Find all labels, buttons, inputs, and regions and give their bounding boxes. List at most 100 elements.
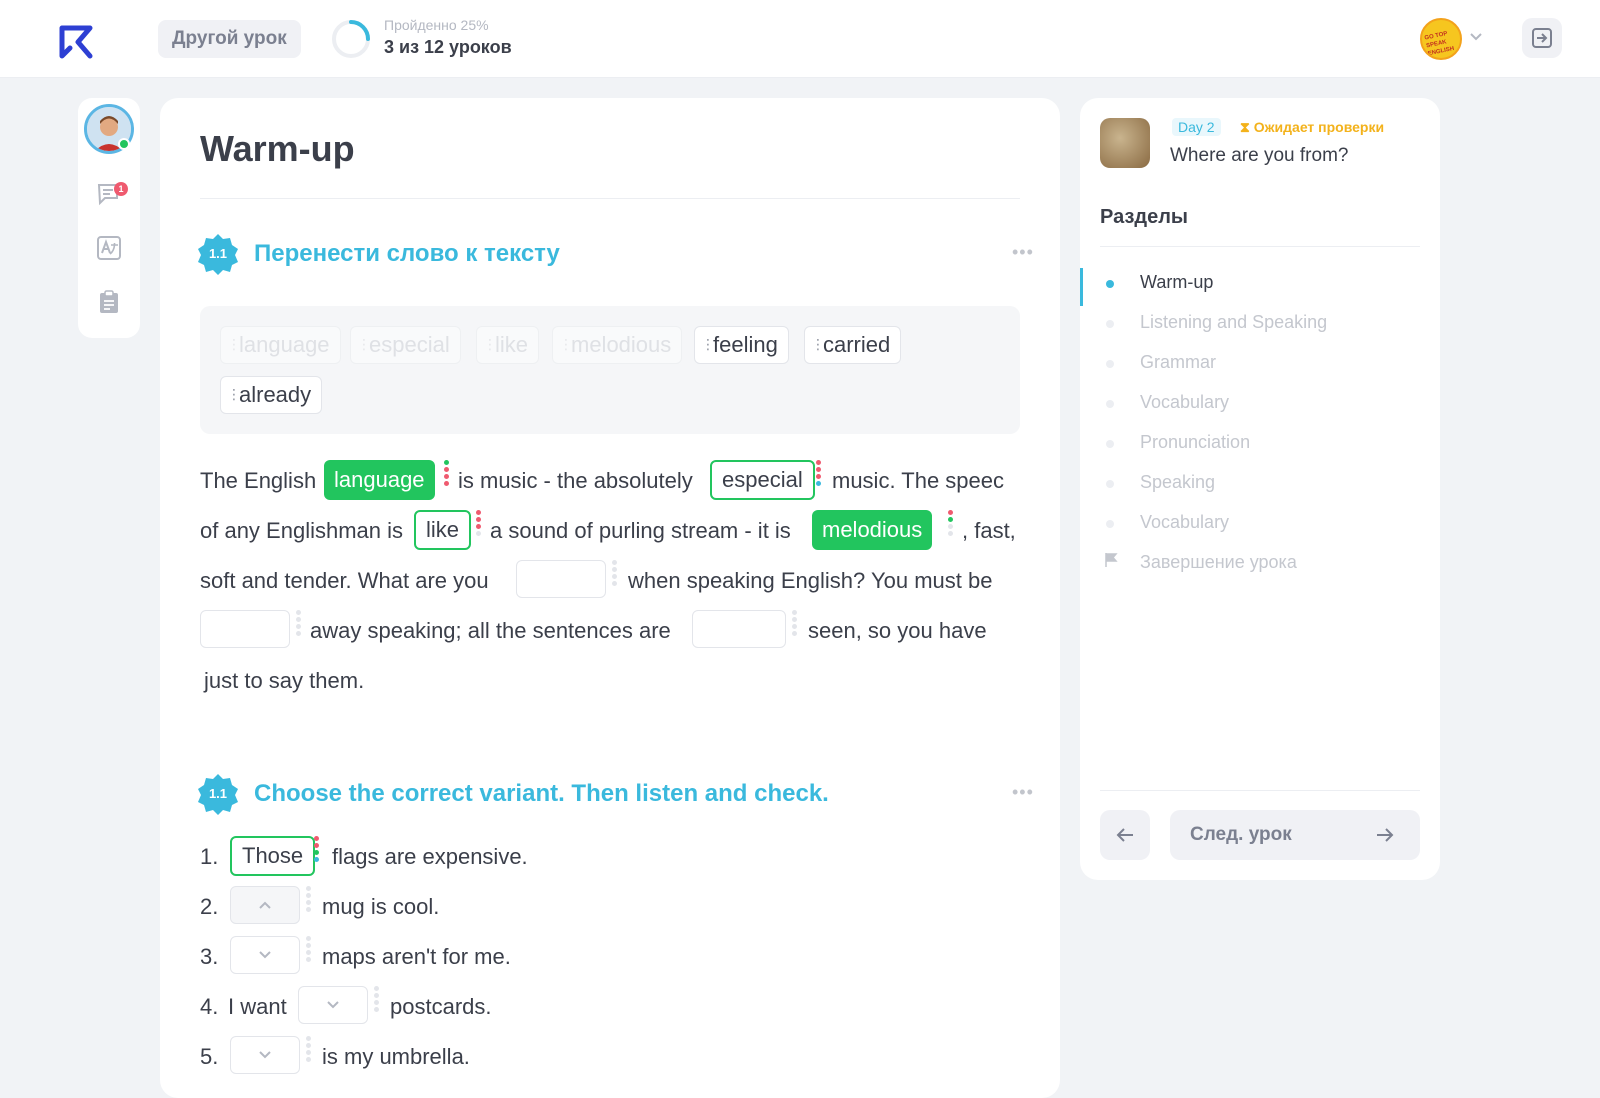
- word-chip[interactable]: ⋮ like: [476, 326, 540, 364]
- empty-blank[interactable]: [200, 610, 290, 648]
- text-segment: postcards.: [390, 994, 492, 1019]
- drag-handle-icon: ⋮: [701, 336, 715, 352]
- left-rail: 1: [78, 98, 140, 338]
- drag-handle-icon[interactable]: [306, 1036, 312, 1064]
- drag-handle-icon[interactable]: [816, 460, 822, 488]
- next-lesson-label: След. урок: [1190, 824, 1292, 845]
- section-item-speaking[interactable]: Speaking: [1140, 472, 1215, 493]
- word-chip-label: especial: [369, 332, 450, 357]
- title-divider: [200, 198, 1020, 199]
- account-avatar[interactable]: GO TOP SPEAK ENGLISH: [1420, 18, 1462, 60]
- page-title: Warm-up: [200, 128, 355, 169]
- task-title: Choose the correct variant. Then listen …: [254, 780, 829, 807]
- filled-blank[interactable]: like: [414, 510, 472, 550]
- section-item-pronunciation[interactable]: Pronunciation: [1140, 432, 1250, 453]
- status-badge: ⧗ Ожидает проверки: [1240, 119, 1384, 136]
- section-bullet: [1106, 440, 1114, 448]
- word-chip-label: carried: [823, 332, 891, 357]
- text-segment: seen, so you have: [808, 618, 987, 643]
- lesson-thumbnail: [1100, 118, 1150, 168]
- text-segment: of any Englishman is: [200, 518, 403, 543]
- exit-button[interactable]: [1522, 18, 1562, 58]
- empty-blank[interactable]: [516, 560, 606, 598]
- drag-handle-icon[interactable]: [306, 886, 312, 914]
- word-chip-label: already: [239, 382, 312, 407]
- app-logo[interactable]: [56, 22, 96, 62]
- chevron-down-icon: [327, 1001, 339, 1009]
- text-segment: flags are expensive.: [332, 844, 528, 869]
- drag-handle-icon[interactable]: [306, 936, 312, 964]
- filled-blank-correct[interactable]: melodious: [812, 510, 933, 550]
- variant-select[interactable]: [230, 936, 300, 974]
- text-segment: mug is cool.: [322, 894, 440, 919]
- lesson-sidebar: Day 2 ⧗ Ожидает проверки Where are you f…: [1080, 98, 1440, 880]
- clipboard-icon[interactable]: [95, 288, 123, 316]
- drag-handle-icon: ⋮: [483, 336, 497, 352]
- section-item-grammar[interactable]: Grammar: [1140, 352, 1216, 373]
- filled-blank[interactable]: especial: [710, 460, 815, 500]
- drag-handle-icon[interactable]: [296, 610, 302, 638]
- task-title: Перенести слово к тексту: [254, 240, 560, 267]
- more-options-icon[interactable]: •••: [1012, 782, 1034, 803]
- drag-handle-icon[interactable]: [314, 836, 320, 864]
- arrow-right-icon: [1377, 828, 1394, 842]
- item-number: 3.: [200, 944, 219, 969]
- sections-divider: [1100, 246, 1420, 247]
- word-chip-label: like: [495, 332, 529, 357]
- section-item-vocabulary[interactable]: Vocabulary: [1140, 392, 1229, 413]
- other-lesson-button[interactable]: Другой урок: [158, 20, 301, 58]
- section-item-listening[interactable]: Listening and Speaking: [1140, 312, 1327, 333]
- word-chip[interactable]: ⋮ feeling: [694, 326, 789, 364]
- text-segment: The English: [200, 468, 317, 493]
- drag-handle-icon[interactable]: [444, 460, 450, 488]
- word-chip[interactable]: ⋮ melodious: [552, 326, 683, 364]
- section-item-vocabulary-2[interactable]: Vocabulary: [1140, 512, 1229, 533]
- next-lesson-button[interactable]: След. урок: [1170, 810, 1420, 860]
- drag-handle-icon: ⋮: [357, 336, 371, 352]
- word-chip-label: melodious: [571, 332, 672, 357]
- text-segment: is music - the absolutely: [458, 468, 693, 493]
- drag-handle-icon[interactable]: [612, 560, 618, 588]
- item-number: 4.: [200, 994, 219, 1019]
- item-number: 5.: [200, 1044, 219, 1069]
- filled-blank-correct[interactable]: language: [324, 460, 435, 500]
- task-number: 1.1: [208, 786, 228, 801]
- drag-handle-icon[interactable]: [374, 986, 380, 1014]
- section-bullet: [1106, 400, 1114, 408]
- exit-icon: [1532, 28, 1552, 48]
- item-number: 2.: [200, 894, 219, 919]
- progress-label: Пройденно 25%: [384, 17, 489, 33]
- section-item-warm-up[interactable]: Warm-up: [1140, 272, 1213, 293]
- section-bullet: [1106, 360, 1114, 368]
- drag-handle-icon: ⋮: [227, 386, 241, 402]
- arrow-left-icon: [1116, 828, 1133, 842]
- avatar-logo-text: GO TOP SPEAK ENGLISH: [1424, 30, 1455, 58]
- empty-blank[interactable]: [692, 610, 786, 648]
- lesson-content-card: Warm-up 1.1 Перенести слово к тексту •••…: [160, 98, 1060, 1098]
- word-chip[interactable]: ⋮ language: [220, 326, 341, 364]
- progress-ring: [332, 20, 370, 58]
- word-chip[interactable]: ⋮ already: [220, 376, 323, 414]
- word-chip[interactable]: ⋮ carried: [804, 326, 902, 364]
- more-options-icon[interactable]: •••: [1012, 242, 1034, 263]
- selected-variant[interactable]: Those: [230, 836, 316, 876]
- word-chip-label: feeling: [713, 332, 778, 357]
- section-item-finish[interactable]: Завершение урока: [1140, 552, 1297, 573]
- translate-icon[interactable]: [95, 234, 123, 262]
- drag-handle-icon[interactable]: [792, 610, 798, 638]
- drag-handle-icon[interactable]: [476, 510, 482, 538]
- text-segment: I want: [228, 994, 287, 1019]
- variant-select[interactable]: [230, 886, 300, 924]
- hourglass-icon: ⧗: [1240, 119, 1254, 135]
- drag-handle-icon: ⋮: [811, 336, 825, 352]
- word-chip[interactable]: ⋮ especial: [350, 326, 461, 364]
- text-segment: soft and tender. What are you: [200, 568, 489, 593]
- drag-handle-icon[interactable]: [948, 510, 954, 538]
- sections-heading: Разделы: [1100, 206, 1188, 228]
- chevron-down-icon[interactable]: [1468, 28, 1484, 44]
- top-bar: Другой урок Пройденно 25% 3 из 12 уроков…: [0, 0, 1600, 78]
- variant-select[interactable]: [298, 986, 368, 1024]
- variant-select[interactable]: [230, 1036, 300, 1074]
- active-section-indicator: [1080, 268, 1083, 306]
- previous-lesson-button[interactable]: [1100, 810, 1150, 860]
